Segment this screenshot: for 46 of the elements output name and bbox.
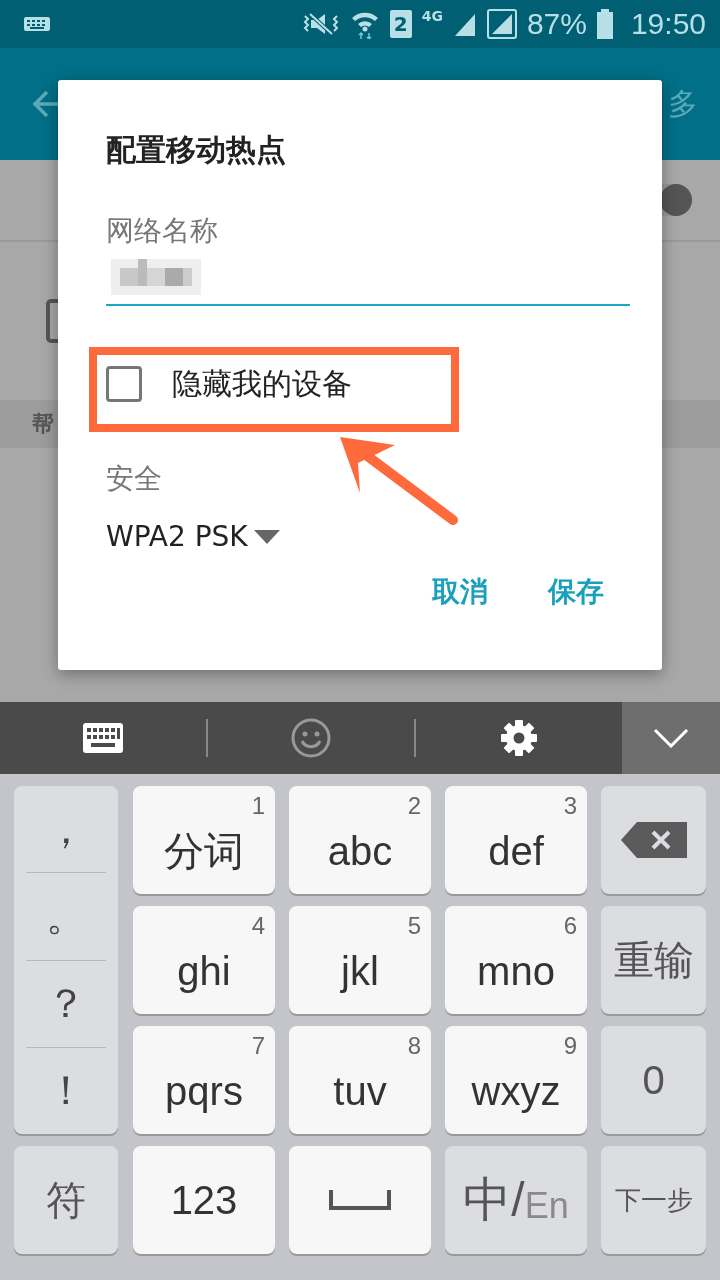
keyboard-key[interactable]: 7 pqrs <box>133 1026 275 1134</box>
backspace-icon <box>620 822 687 858</box>
dialog-title: 配置移动热点 <box>106 131 287 169</box>
language-key[interactable]: 中/En <box>445 1146 587 1254</box>
keyboard-key[interactable]: 3 def <box>445 786 587 894</box>
space-key[interactable] <box>289 1146 431 1254</box>
punctuation-key[interactable]: ， <box>26 786 106 874</box>
keyboard-key[interactable]: 符 <box>14 1146 118 1254</box>
battery-icon <box>596 9 613 39</box>
checkbox[interactable] <box>106 366 142 402</box>
punctuation-key[interactable]: ？ <box>26 960 106 1048</box>
checkbox-label[interactable]: 隐藏我的设备 <box>172 363 352 405</box>
keyboard-key[interactable]: 123 <box>133 1146 275 1254</box>
punctuation-key[interactable]: ！ <box>26 1047 106 1134</box>
emoji-icon[interactable] <box>290 717 332 759</box>
keyboard-key[interactable]: 1 分词 <box>133 786 275 894</box>
keyboard-key[interactable]: 9 wxyz <box>445 1026 587 1134</box>
keyboard-key[interactable]: 0 <box>601 1026 706 1134</box>
keyboard-key[interactable]: 下一步 <box>601 1146 706 1254</box>
network-type: 4G <box>421 8 443 24</box>
keyboard-key[interactable]: 4 ghi <box>133 906 275 1014</box>
chevron-down-icon <box>653 728 689 748</box>
signal-icon <box>486 9 517 39</box>
battery-level: 87% <box>526 7 587 41</box>
phone-icon <box>46 299 58 343</box>
sim-badge: 2 <box>389 10 412 38</box>
field-label: 网络名称 <box>106 213 219 249</box>
field-label: 安全 <box>106 461 163 497</box>
keyboard-key[interactable]: 重输 <box>601 906 706 1014</box>
keyboard-icon <box>24 17 50 31</box>
settings-icon[interactable] <box>499 718 539 758</box>
punctuation-key[interactable]: 。 <box>26 873 106 961</box>
hide-keyboard-button[interactable] <box>622 702 720 774</box>
mute-vibrate-icon <box>301 10 340 38</box>
signal-icon <box>452 12 477 36</box>
clock: 19:50 <box>630 7 706 41</box>
caret-icon <box>253 529 280 544</box>
security-dropdown[interactable]: WPA2 PSK <box>106 520 280 553</box>
section-label: 帮 <box>32 410 54 438</box>
keyboard-key[interactable]: 6 mno <box>445 906 587 1014</box>
keyboard-key[interactable]: 8 tuv <box>289 1026 431 1134</box>
space-bar-icon <box>329 1190 391 1210</box>
keyboard-key[interactable]: 5 jkl <box>289 906 431 1014</box>
keyboard-key[interactable]: 2 abc <box>289 786 431 894</box>
keyboard-icon[interactable] <box>82 722 124 754</box>
delete-key[interactable] <box>601 786 706 894</box>
